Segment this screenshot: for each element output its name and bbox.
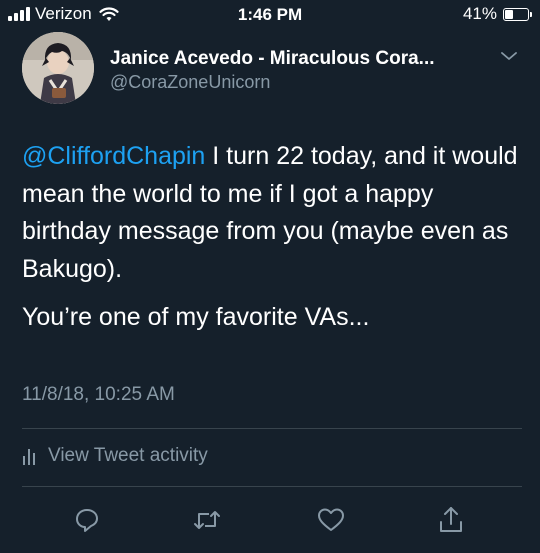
battery-fill bbox=[505, 9, 513, 19]
chevron-down-icon[interactable] bbox=[500, 50, 518, 62]
battery-cap bbox=[530, 11, 532, 17]
retweet-icon bbox=[194, 511, 220, 529]
share-icon bbox=[440, 507, 462, 532]
divider bbox=[22, 428, 522, 429]
avatar[interactable] bbox=[22, 32, 94, 104]
like-button[interactable] bbox=[316, 505, 346, 535]
status-time: 1:46 PM bbox=[237, 5, 303, 24]
like-icon bbox=[318, 508, 344, 531]
reply-button[interactable] bbox=[72, 505, 102, 535]
divider bbox=[22, 486, 522, 487]
view-activity-button[interactable]: View Tweet activity bbox=[22, 445, 208, 467]
tweet-paragraph: You’re one of my favorite VAs... bbox=[22, 299, 522, 337]
activity-chart-icon bbox=[23, 449, 35, 465]
user-handle[interactable]: @CoraZoneUnicorn bbox=[110, 72, 270, 93]
avatar-illustration bbox=[22, 32, 94, 104]
battery-percent: 41% bbox=[462, 4, 497, 23]
battery-icon bbox=[503, 7, 529, 21]
tweet-header: Janice Acevedo - Miraculous Cora... @Cor… bbox=[22, 32, 522, 108]
share-button[interactable] bbox=[436, 505, 466, 535]
status-right: 41% bbox=[463, 4, 532, 24]
retweet-button[interactable] bbox=[192, 505, 222, 535]
tweet-timestamp: 11/8/18, 10:25 AM bbox=[22, 384, 175, 405]
mention-link[interactable]: @CliffordChapin bbox=[22, 142, 205, 170]
action-bar bbox=[0, 505, 540, 535]
status-bar: Verizon 1:46 PM 41% bbox=[0, 0, 540, 32]
tweet-paragraph: @CliffordChapin I turn 22 today, and it … bbox=[22, 138, 522, 288]
activity-label: View Tweet activity bbox=[48, 445, 208, 466]
tweet-body: @CliffordChapin I turn 22 today, and it … bbox=[22, 138, 522, 337]
display-name[interactable]: Janice Acevedo - Miraculous Cora... bbox=[110, 48, 435, 70]
reply-icon bbox=[76, 509, 98, 532]
tweet-text-line: You’re one of my favorite VAs... bbox=[22, 303, 370, 331]
